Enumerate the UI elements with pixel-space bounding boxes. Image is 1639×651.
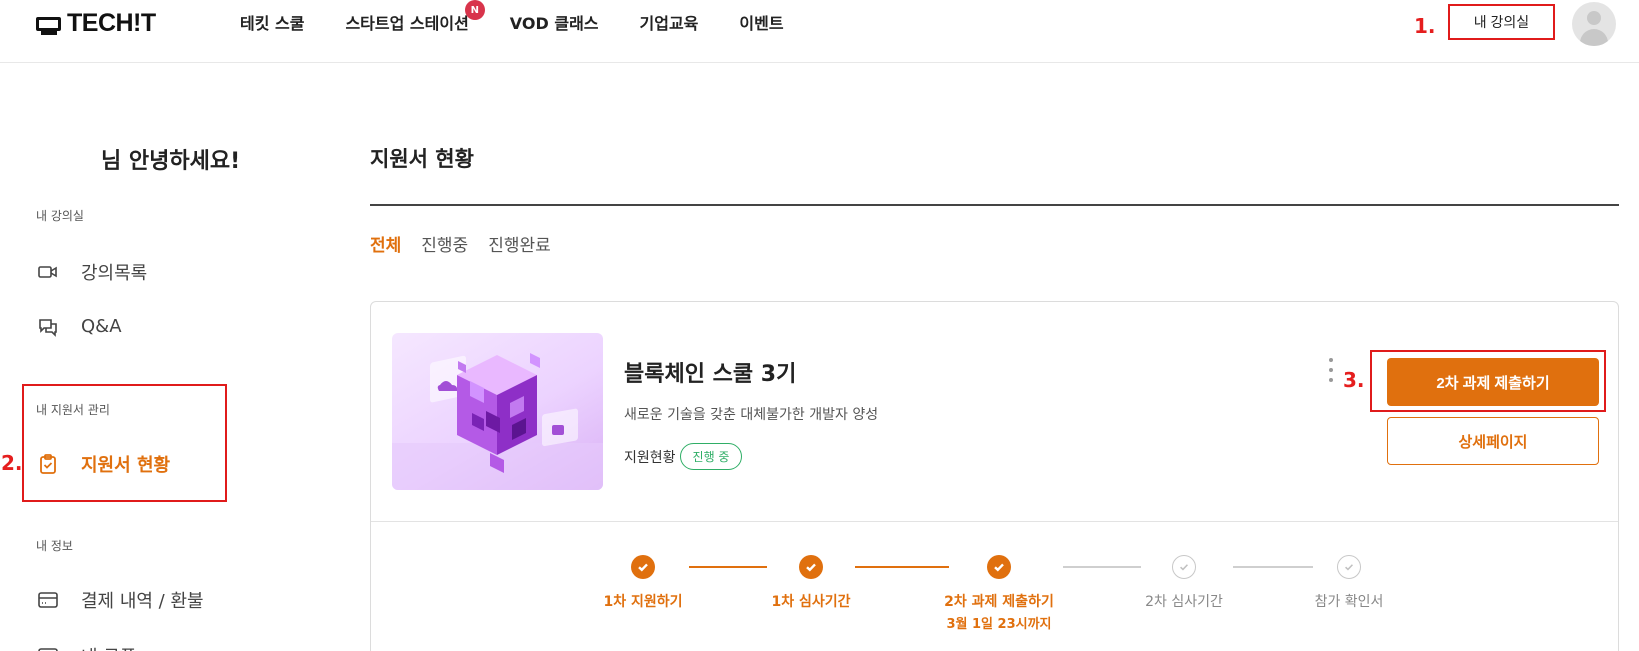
step-participation-confirmation: 참가 확인서	[1264, 555, 1434, 611]
top-header: TECH!T 테킷 스쿨 스타트업 스테이션 N VOD 클래스 기업교육 이벤트…	[0, 0, 1639, 63]
greeting: 님 안녕하세요!	[101, 149, 241, 174]
step-label: 2차 심사기간	[1145, 594, 1223, 610]
status-badge: 진행 중	[679, 443, 743, 470]
check-circle-icon	[1337, 555, 1361, 579]
annotation-step-2: 2.	[1, 451, 23, 475]
my-classroom-button[interactable]: 내 강의실	[1448, 4, 1555, 40]
annotation-step-1: 1.	[1414, 14, 1436, 38]
step-2nd-assignment: 2차 과제 제출하기 3월 1일 23시까지	[914, 555, 1084, 632]
check-circle-icon	[631, 555, 655, 579]
video-icon	[38, 262, 58, 282]
nav-label: 기업교육	[639, 14, 699, 33]
check-circle-icon	[987, 555, 1011, 579]
tab-all[interactable]: 전체	[370, 231, 401, 256]
application-status-row: 지원현황 진행 중	[624, 443, 743, 470]
step-2nd-review: 2차 심사기간	[1099, 555, 1269, 611]
sidebar-item-qna[interactable]: Q&A	[38, 316, 122, 337]
course-title[interactable]: 블록체인 스쿨 3기	[624, 356, 796, 388]
tv-logo-icon	[36, 16, 61, 35]
new-badge: N	[464, 0, 485, 20]
chat-icon	[38, 317, 58, 337]
nav-item-corporate-education[interactable]: 기업교육	[640, 10, 699, 34]
check-circle-icon	[799, 555, 823, 579]
sidebar-item-label: 강의목록	[81, 263, 148, 284]
step-1st-application: 1차 지원하기	[558, 555, 728, 611]
nav-label: 스타트업 스테이션	[345, 14, 469, 33]
logo-text: TECH!T	[67, 9, 156, 37]
nav-item-vod-class[interactable]: VOD 클래스	[510, 10, 599, 34]
page-title: 지원서 현황	[370, 147, 474, 171]
coupon-icon	[38, 646, 58, 651]
sidebar-item-label: 결제 내역 / 환불	[81, 591, 204, 612]
check-circle-icon	[1172, 555, 1196, 579]
course-description: 새로운 기술을 갖춘 대체불가한 개발자 양성	[624, 407, 879, 423]
nav-label: VOD 클래스	[509, 14, 599, 33]
submit-assignment-button[interactable]: 2차 과제 제출하기	[1387, 358, 1599, 406]
main-nav: 테킷 스쿨 스타트업 스테이션 N VOD 클래스 기업교육 이벤트	[240, 0, 825, 34]
sidebar-item-label: 내 쿠폰	[81, 643, 136, 651]
nav-label: 테킷 스쿨	[240, 14, 305, 33]
sidebar-item-payment-history[interactable]: 결제 내역 / 환불	[38, 587, 204, 613]
detail-page-button[interactable]: 상세페이지	[1387, 417, 1599, 465]
sidebar-item-label: Q&A	[81, 316, 122, 337]
nav-item-techit-school[interactable]: 테킷 스쿨	[240, 10, 304, 34]
card-divider	[371, 521, 1618, 522]
blockchain-cube-illustration	[392, 353, 603, 490]
tab-in-progress[interactable]: 진행중	[421, 231, 468, 256]
step-label: 참가 확인서	[1314, 594, 1384, 610]
more-options-icon[interactable]	[1327, 358, 1335, 382]
status-label: 지원현황	[624, 449, 676, 466]
status-tabs: 전체 진행중 진행완료	[370, 231, 551, 256]
nav-item-startup-station[interactable]: 스타트업 스테이션 N	[345, 0, 485, 34]
course-thumbnail[interactable]	[392, 333, 603, 490]
annotation-step-3: 3.	[1343, 368, 1365, 392]
nav-label: 이벤트	[739, 14, 784, 33]
step-1st-review: 1차 심사기간	[726, 555, 896, 611]
sidebar-item-my-coupons[interactable]: 내 쿠폰	[38, 643, 136, 651]
title-divider	[370, 204, 1619, 206]
step-label: 2차 과제 제출하기	[944, 594, 1054, 610]
sidebar-item-lecture-list[interactable]: 강의목록	[38, 259, 147, 285]
step-label: 1차 심사기간	[771, 594, 851, 610]
card-icon	[38, 590, 58, 610]
annotation-highlight-box	[22, 384, 227, 502]
section-my-classroom: 내 강의실	[36, 209, 84, 223]
step-deadline: 3월 1일 23시까지	[946, 617, 1052, 632]
application-card: 블록체인 스쿨 3기 새로운 기술을 갖춘 대체불가한 개발자 양성 지원현황 …	[370, 301, 1619, 651]
nav-item-event[interactable]: 이벤트	[739, 10, 783, 34]
section-my-info: 내 정보	[36, 539, 73, 553]
logo[interactable]: TECH!T	[36, 9, 156, 38]
tab-completed[interactable]: 진행완료	[488, 231, 551, 256]
step-label: 1차 지원하기	[603, 594, 683, 610]
avatar[interactable]	[1572, 2, 1616, 46]
